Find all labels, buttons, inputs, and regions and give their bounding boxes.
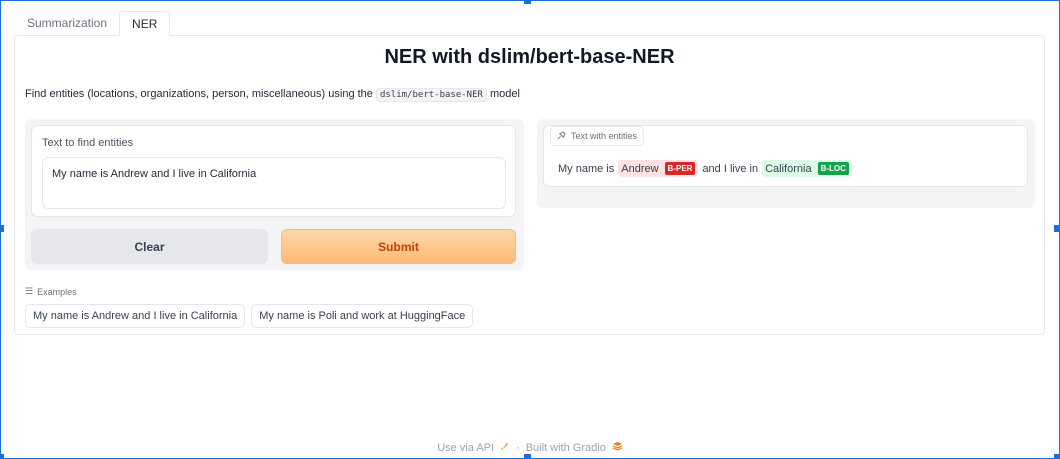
input-label: Text to find entities xyxy=(42,137,134,149)
output-label-text: Text with entities xyxy=(571,131,638,141)
entity-text: California xyxy=(765,162,812,175)
text-segment: My name is xyxy=(558,162,615,175)
highlighted-text: My name is Andrew B-PER and I live in Ca… xyxy=(558,160,852,177)
description-text-before: Find entities (locations, organizations,… xyxy=(25,88,376,100)
example-item[interactable]: My name is Poli and work at HuggingFace xyxy=(251,304,474,328)
text-input-block: Text to find entities My name is Andrew … xyxy=(31,125,516,217)
example-item[interactable]: My name is Andrew and I live in Californ… xyxy=(25,304,246,328)
tab-ner[interactable]: NER xyxy=(119,11,171,36)
page-title: NER with dslim/bert-base-NER xyxy=(384,46,675,68)
resize-handle-left[interactable] xyxy=(0,225,4,232)
api-link[interactable]: Use via API xyxy=(437,442,494,454)
entity-text: Andrew xyxy=(621,162,659,175)
examples-header: ☰ Examples xyxy=(25,286,77,297)
output-block: Text with entities My name is Andrew B-P… xyxy=(543,125,1028,187)
resize-handle-right[interactable] xyxy=(1054,225,1060,232)
model-code: dslim/bert-base-NER xyxy=(375,88,487,102)
tab-bar: Summarization NER xyxy=(15,11,171,36)
entity-tag-loc: B-LOC xyxy=(817,162,849,175)
entity-tag-per: B-PER xyxy=(664,162,696,175)
resize-handle-bottom[interactable] xyxy=(524,454,531,459)
description: Find entities (locations, organizations,… xyxy=(25,88,520,102)
clear-button[interactable]: Clear xyxy=(31,229,268,264)
output-label: Text with entities xyxy=(550,126,645,146)
entity-person: Andrew B-PER xyxy=(618,160,699,177)
tab-summarization[interactable]: Summarization xyxy=(15,11,119,36)
footer-separator: · xyxy=(516,441,520,454)
text-segment: and I live in xyxy=(702,162,759,175)
list-icon: ☰ xyxy=(25,286,34,296)
ner-panel: NER with dslim/bert-base-NER Find entiti… xyxy=(14,35,1045,335)
text-input[interactable]: My name is Andrew and I live in Californ… xyxy=(42,157,506,209)
description-text-after: model xyxy=(486,88,520,100)
input-column: Text to find entities My name is Andrew … xyxy=(25,119,524,270)
examples-list: My name is Andrew and I live in Californ… xyxy=(25,304,474,328)
footer: Use via API · Built with Gradio xyxy=(0,441,1060,454)
rocket-icon xyxy=(500,441,510,454)
gradio-logo-icon xyxy=(612,441,623,454)
resize-handle-bottom-left[interactable] xyxy=(0,454,4,459)
output-column: Text with entities My name is Andrew B-P… xyxy=(537,119,1035,208)
examples-label: Examples xyxy=(37,286,77,297)
resize-handle-top[interactable] xyxy=(524,0,531,4)
resize-handle-bottom-right[interactable] xyxy=(1054,454,1060,459)
entity-location: California B-LOC xyxy=(762,160,852,177)
submit-button[interactable]: Submit xyxy=(281,229,516,264)
highlight-icon xyxy=(557,130,566,142)
gradio-link[interactable]: Built with Gradio xyxy=(526,442,606,454)
